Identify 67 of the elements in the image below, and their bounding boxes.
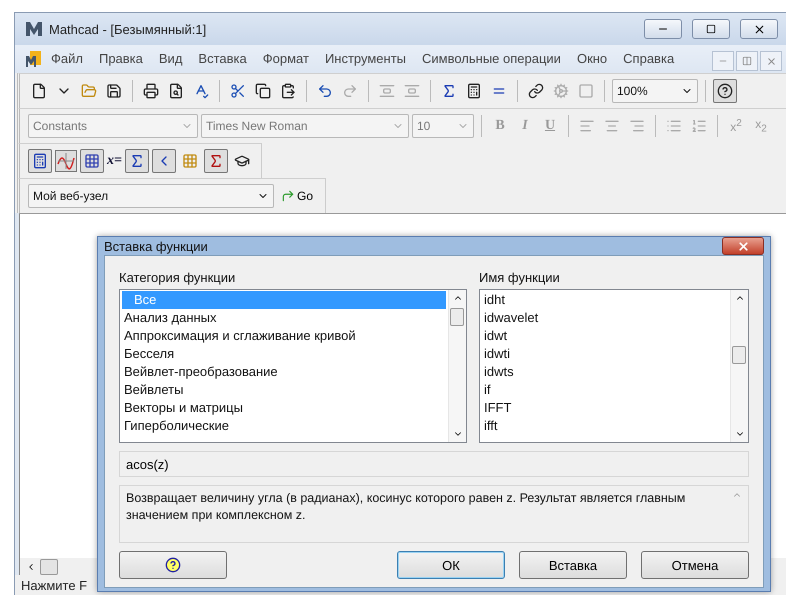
graph-icon[interactable] bbox=[55, 150, 77, 172]
restore-icon bbox=[742, 56, 752, 66]
list-item[interactable]: if bbox=[482, 381, 728, 399]
category-label: Категория функции bbox=[119, 270, 236, 285]
menu-item[interactable]: Символьные операции bbox=[414, 47, 569, 71]
close-button[interactable] bbox=[722, 237, 764, 255]
close-icon bbox=[752, 22, 766, 36]
help-icon bbox=[165, 557, 181, 573]
scroll-thumb[interactable] bbox=[40, 558, 58, 574]
help-button[interactable] bbox=[119, 551, 227, 579]
window-title: Mathcad - [Безымянный:1] bbox=[49, 22, 208, 36]
restore-button[interactable] bbox=[736, 51, 758, 71]
list-item[interactable]: idwti bbox=[482, 345, 728, 363]
scrollbar[interactable] bbox=[448, 290, 466, 442]
arrow-icon bbox=[281, 189, 295, 203]
status-text: Нажмите F bbox=[21, 578, 88, 592]
help-icon[interactable] bbox=[713, 79, 737, 103]
function-name-label: Имя функции bbox=[479, 270, 561, 285]
list-box[interactable]: Все Анализ данных Аппроксимация и сглаживание кривой Бесселя Вейвлет-преобразование Вейвлеты Векторы и матрицы Гиперболические bbox=[119, 289, 467, 443]
dialog-button[interactable]: Вставка bbox=[519, 551, 627, 579]
menu-item[interactable]: Вставка bbox=[190, 47, 255, 71]
scrollbar[interactable] bbox=[730, 290, 748, 442]
font-dropdown[interactable]: Times New Roman bbox=[201, 114, 409, 138]
list-item[interactable]: idwavelet bbox=[482, 309, 728, 327]
menu-item[interactable]: Файл bbox=[43, 47, 91, 71]
close-button[interactable] bbox=[740, 19, 778, 39]
list-item[interactable]: idwts bbox=[482, 363, 728, 381]
scroll-thumb[interactable] bbox=[450, 308, 464, 326]
dialog-button[interactable]: Отмена bbox=[641, 551, 749, 579]
menu-item[interactable]: Формат bbox=[254, 47, 317, 71]
menu-item[interactable]: Справка bbox=[615, 47, 682, 71]
list-item[interactable]: Аппроксимация и сглаживание кривой bbox=[122, 327, 446, 345]
menu-item[interactable]: Окно bbox=[568, 47, 616, 71]
address-dropdown[interactable]: Мой веб-узел bbox=[28, 184, 274, 208]
list-item[interactable]: Векторы и матрицы bbox=[122, 399, 446, 417]
list-item[interactable]: idwt bbox=[482, 327, 728, 345]
list-item[interactable]: IFFT bbox=[482, 399, 728, 417]
scroll-thumb[interactable] bbox=[732, 346, 746, 364]
close-icon bbox=[766, 56, 776, 66]
matrix-icon[interactable] bbox=[80, 149, 104, 173]
list-item[interactable]: Бесселя bbox=[122, 345, 446, 363]
document-icon[interactable] bbox=[25, 50, 43, 68]
list-item[interactable]: Вейвлет-преобразование bbox=[122, 363, 446, 381]
dialog-button[interactable]: ОК bbox=[397, 551, 505, 579]
evaluation-label[interactable]: x= bbox=[107, 153, 122, 169]
style-dropdown[interactable]: Constants bbox=[28, 114, 198, 138]
zoom-dropdown[interactable]: 100% bbox=[612, 79, 698, 103]
list-item[interactable]: ifft bbox=[482, 417, 728, 435]
size-dropdown[interactable]: 10 bbox=[412, 114, 474, 138]
list-item[interactable]: Анализ данных bbox=[122, 309, 446, 327]
go-button[interactable]: Go bbox=[277, 189, 318, 203]
list-item[interactable]: Гиперболические bbox=[122, 417, 446, 435]
menu-item[interactable]: Правка bbox=[90, 47, 151, 71]
list-item[interactable]: Вейвлеты bbox=[122, 381, 446, 399]
app-logo-icon bbox=[25, 21, 43, 37]
menu-item[interactable]: Вид bbox=[150, 47, 190, 71]
maximize-button[interactable] bbox=[692, 19, 730, 39]
dialog-title: Вставка функции bbox=[104, 238, 208, 254]
list-item[interactable]: idht bbox=[482, 291, 728, 309]
minimize-button[interactable] bbox=[644, 19, 682, 39]
maximize-icon bbox=[706, 24, 716, 34]
menu-item[interactable]: Инструменты bbox=[316, 47, 414, 71]
signature-field: acos(z) bbox=[119, 451, 749, 477]
calculator-icon[interactable] bbox=[28, 149, 52, 173]
list-box[interactable]: idht idwavelet idwt idwti idwts if IFFT ifft bbox=[479, 289, 749, 443]
close-icon bbox=[736, 240, 750, 252]
description-text: Возвращает величину угла (в радианах), косинус которого равен z. Результат является главным значением при комплексном z. bbox=[126, 490, 686, 524]
